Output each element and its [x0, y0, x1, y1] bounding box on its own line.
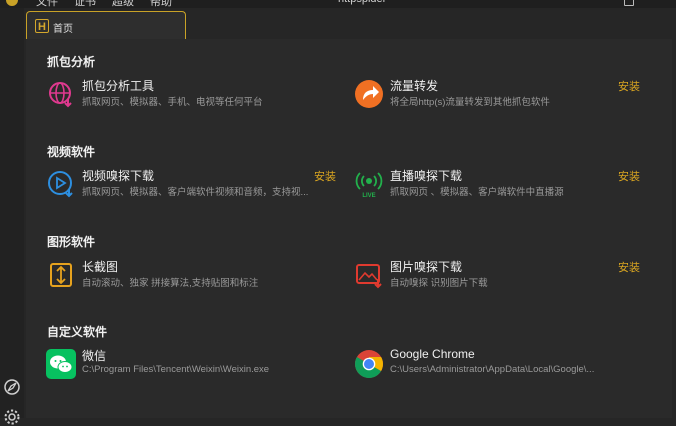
main-content: 抓包分析 抓包分析工具 抓取网页、模拟器、手机、电视等任何平台 流量转发 将全局…: [26, 39, 672, 418]
install-button-traffic-forward[interactable]: 安装: [618, 78, 640, 94]
app-image-sniffer[interactable]: 图片嗅探下载 自动嗅探 识别图片下载: [354, 258, 594, 292]
app-name: 图片嗅探下载: [390, 260, 463, 274]
app-desc: 抓取网页、模拟器、手机、电视等任何平台: [82, 97, 263, 108]
app-name: 视频嗅探下载: [82, 169, 155, 183]
app-live-sniffer[interactable]: LIVE 直播嗅探下载 抓取网页 、模拟器、客户端软件中直播源: [354, 167, 594, 201]
app-name: 微信: [82, 349, 107, 363]
spider-logo-icon: [6, 0, 18, 6]
sidebar: [0, 8, 24, 425]
title-bar: 文件 证书 超级 帮助 httpspider: [0, 0, 676, 8]
app-traffic-forward[interactable]: 流量转发 将全局http(s)流量转发到其他抓包软件: [354, 77, 594, 111]
install-button-live-sniffer[interactable]: 安装: [618, 168, 640, 184]
app-desc: C:\Program Files\Tencent\Weixin\Weixin.e…: [82, 364, 270, 375]
section-title-graphics: 图形软件: [47, 235, 96, 249]
play-download-icon: [48, 171, 73, 198]
packet-analysis-icon: [49, 82, 72, 108]
wechat-icon: [46, 349, 76, 379]
svg-text:LIVE: LIVE: [362, 193, 375, 199]
app-packet-analysis[interactable]: 抓包分析工具 抓取网页、模拟器、手机、电视等任何平台: [46, 77, 346, 111]
maximize-icon[interactable]: [624, 0, 634, 6]
app-name: 直播嗅探下载: [390, 169, 463, 183]
section-title-video: 视频软件: [47, 145, 96, 159]
live-broadcast-icon: LIVE: [355, 172, 383, 199]
app-name: 流量转发: [390, 79, 439, 93]
app-video-sniffer[interactable]: 视频嗅探下载 抓取网页、模拟器、客户端软件视频和音频，支持视...: [46, 167, 346, 201]
pin-icon[interactable]: [558, 0, 566, 4]
forward-arrow-icon: [355, 80, 383, 108]
tab-home[interactable]: H 首页: [26, 11, 186, 39]
menu-certificate[interactable]: 证书: [74, 0, 96, 8]
app-google-chrome[interactable]: Google Chrome C:\Users\Administrator\App…: [354, 347, 654, 381]
app-name: 长截图: [82, 260, 119, 274]
app-desc: 将全局http(s)流量转发到其他抓包软件: [390, 97, 550, 108]
app-desc: 抓取网页 、模拟器、客户端软件中直播源: [390, 187, 564, 198]
chrome-icon: [355, 350, 383, 378]
app-desc: 自动嗅探 识别图片下载: [390, 278, 488, 289]
app-desc: 自动滚动、独家 拼接算法,支持贴图和标注: [82, 278, 259, 289]
app-long-screenshot[interactable]: 长截图 自动滚动、独家 拼接算法,支持贴图和标注: [46, 258, 346, 292]
menu-help[interactable]: 帮助: [150, 0, 172, 8]
home-logo-icon: H: [35, 19, 49, 33]
app-name: Google Chrome: [390, 347, 475, 361]
app-name: 抓包分析工具: [82, 79, 155, 93]
long-screenshot-icon: [50, 263, 72, 287]
install-button-image-sniffer[interactable]: 安装: [618, 259, 640, 275]
image-download-icon: [356, 264, 382, 289]
window-title: httpspider: [338, 0, 386, 5]
menu-file[interactable]: 文件: [36, 0, 58, 8]
install-button-video-sniffer[interactable]: 安装: [314, 168, 336, 184]
section-title-custom: 自定义软件: [47, 325, 108, 339]
gear-icon[interactable]: [3, 408, 21, 426]
section-title-packet: 抓包分析: [47, 55, 96, 69]
app-desc: 抓取网页、模拟器、客户端软件视频和音频，支持视...: [82, 187, 309, 198]
close-icon[interactable]: [660, 0, 668, 4]
app-wechat[interactable]: 微信 C:\Program Files\Tencent\Weixin\Weixi…: [46, 347, 346, 381]
app-desc: C:\Users\Administrator\AppData\Local\Goo…: [390, 364, 595, 375]
tab-home-label: 首页: [53, 24, 73, 35]
menu-super[interactable]: 超级: [112, 0, 134, 8]
compass-icon[interactable]: [3, 378, 21, 396]
